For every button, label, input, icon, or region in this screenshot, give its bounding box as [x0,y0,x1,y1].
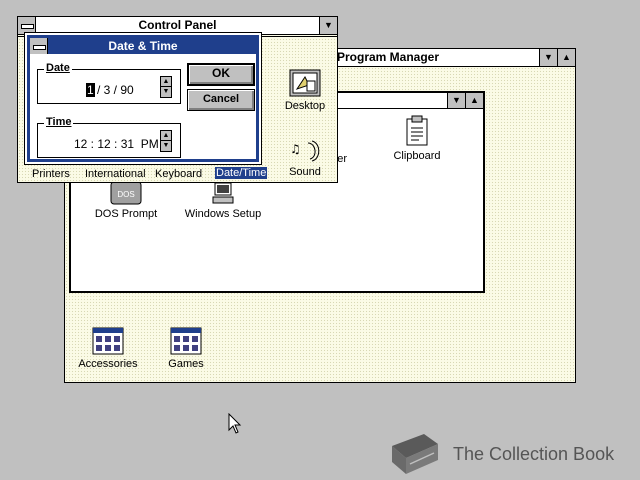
clipboard-label: Clipboard [393,150,441,162]
program-group-icon [92,327,124,355]
program-group-icon [170,327,202,355]
dialog-system-menu[interactable] [30,38,48,54]
desktop-icon [289,69,321,97]
time-label: Time [44,116,74,128]
clipboard-icon [406,115,428,146]
date-month-field[interactable]: 1 [86,83,95,97]
date-groupbox: Date 1 / 3 / 90 ▲ ▼ [37,62,181,104]
printers-applet-label[interactable]: Printers [32,168,70,180]
mouse-cursor-icon [228,413,242,434]
windows-setup-program-icon[interactable]: Windows Setup [183,181,263,220]
dialog-title: Date & Time [108,39,178,53]
maximize-button[interactable]: ▲ [557,49,575,66]
keyboard-applet-label[interactable]: Keyboard [155,168,202,180]
clipboard-program-icon[interactable]: Clipboard [387,115,447,162]
date-label: Date [44,62,72,74]
datetime-applet-label[interactable]: Date/Time [215,167,268,179]
sound-icon: ♫ [290,140,320,162]
games-label: Games [168,358,204,370]
dos-prompt-program-icon[interactable]: DOS DOS Prompt [91,181,161,220]
date-down-arrow-icon[interactable]: ▼ [161,87,171,97]
accessories-label: Accessories [78,358,138,370]
windows-setup-label: Windows Setup [184,208,262,220]
dialog-titlebar[interactable]: Date & Time [30,38,256,54]
sound-applet-icon[interactable]: ♫ Sound [280,137,330,178]
dos-icon: DOS [110,181,142,205]
minimize-button[interactable]: ▼ [539,49,557,66]
main-maximize-button[interactable]: ▲ [465,93,483,108]
sound-label: Sound [289,166,321,178]
time-spinner[interactable]: ▲ ▼ [160,130,172,152]
control-panel-minimize-button[interactable]: ▼ [319,17,337,34]
dos-prompt-label: DOS Prompt [94,208,158,220]
ok-button[interactable]: OK [187,63,255,86]
svg-text:♫: ♫ [290,142,301,156]
watermark-text: The Collection Book [453,444,615,464]
accessories-group-icon[interactable]: Accessories [75,327,141,370]
date-spinner[interactable]: ▲ ▼ [160,76,172,98]
date-up-arrow-icon[interactable]: ▲ [161,77,171,87]
games-group-icon[interactable]: Games [159,327,213,370]
time-groupbox: Time 12 : 12 : 31 PM ▲ ▼ [37,116,181,158]
international-applet-label[interactable]: International [85,168,146,180]
cancel-button[interactable]: Cancel [187,89,255,111]
book-icon [392,434,438,474]
main-minimize-button[interactable]: ▼ [447,93,465,108]
desktop-applet-icon[interactable]: Desktop [280,69,330,112]
windows-setup-icon [212,182,234,204]
time-down-arrow-icon[interactable]: ▼ [161,141,171,151]
time-up-arrow-icon[interactable]: ▲ [161,131,171,141]
control-panel-title: Control Panel [138,18,217,32]
time-field[interactable]: 12 : 12 : 31 PM [74,137,159,151]
date-time-dialog[interactable]: Date & Time Date 1 / 3 / 90 ▲ ▼ Time 12 … [24,32,262,165]
desktop-label: Desktop [284,100,326,112]
date-rest-field[interactable]: / 3 / 90 [97,83,134,97]
svg-text:DOS: DOS [117,190,134,199]
